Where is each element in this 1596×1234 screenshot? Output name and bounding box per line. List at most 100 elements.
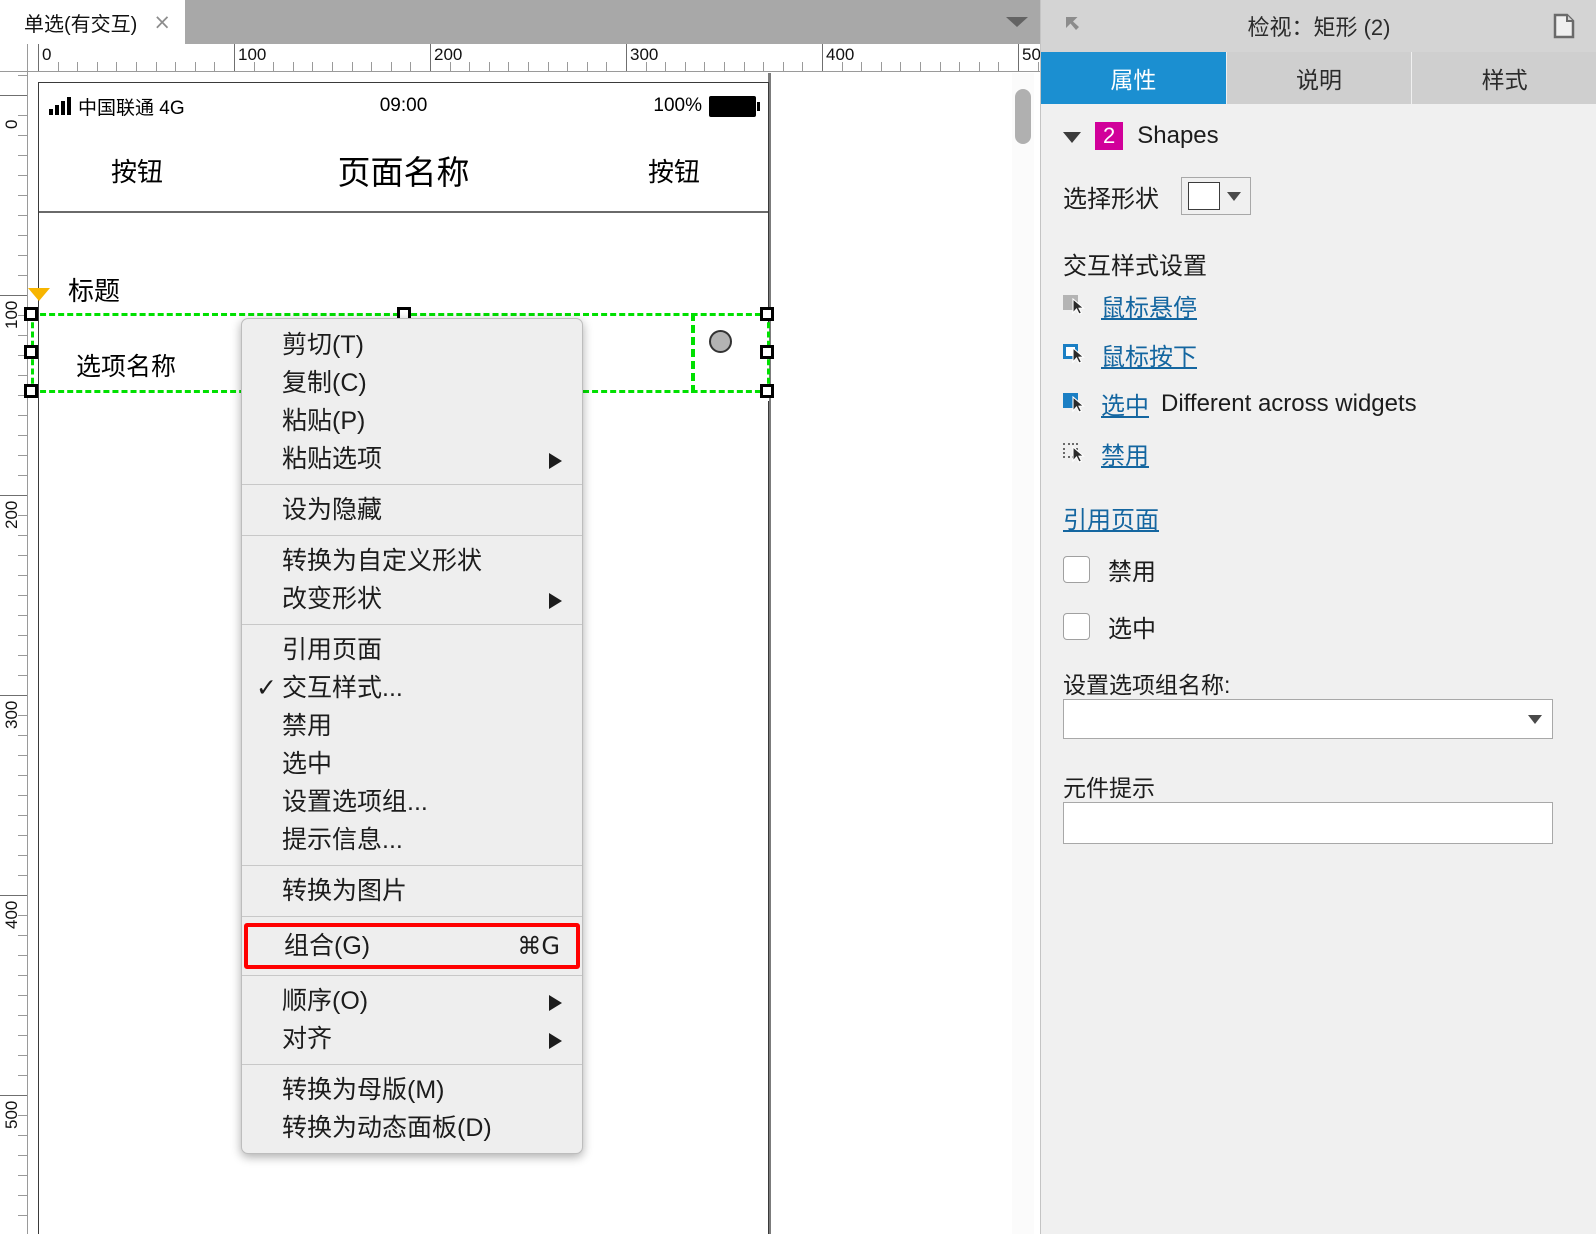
interaction-style-selected-label[interactable]: 选中 [1101,386,1149,421]
reference-page-link[interactable]: 引用页面 [1063,500,1159,535]
interaction-style-hover[interactable]: 鼠标悬停 [1063,288,1209,323]
chevron-down-icon [1528,714,1542,724]
ruler-tick [18,855,27,856]
chevron-right-icon [549,1033,562,1049]
ruler-tick [940,62,941,71]
resize-handle[interactable] [24,307,38,321]
shape-picker-label: 选择形状 [1063,185,1159,213]
ruler-tick [489,62,490,71]
menu-item[interactable]: 选中 [242,745,582,783]
menu-item[interactable]: 禁用 [242,707,582,745]
ruler-tick [528,62,529,71]
menu-separator [242,535,582,536]
menu-item[interactable]: ✓ 交互样式... [242,669,582,707]
interaction-style-disabled-label[interactable]: 禁用 [1101,436,1149,471]
ruler-tick [352,62,353,71]
menu-item[interactable]: 粘贴(P) [242,402,582,440]
resize-handle[interactable] [24,384,38,398]
ruler-tick [273,62,274,71]
disabled-checkbox[interactable] [1063,556,1090,583]
ruler-tick [18,155,27,156]
resize-handle[interactable] [760,384,774,398]
ruler-tick [18,435,27,436]
shapes-header[interactable]: 2 Shapes [1063,122,1219,150]
inspector-tabs: 属性 说明 样式 [1041,52,1596,104]
interaction-style-selected[interactable]: 选中 Different across widgets [1063,386,1417,421]
tooltip-label: 元件提示 [1063,775,1155,801]
selected-checkbox[interactable] [1063,613,1090,640]
ruler-label: 200 [434,45,463,64]
menu-item[interactable]: 转换为图片 [242,872,582,910]
menu-item[interactable]: 设为隐藏 [242,491,582,529]
chevron-down-icon[interactable] [1006,17,1028,27]
radio-button-icon[interactable] [709,330,732,353]
menu-item[interactable]: 粘贴选项 [242,440,582,478]
ruler-label: 0 [42,45,52,64]
ruler-tick [18,215,27,216]
checkbox-row-selected[interactable]: 选中 [1063,609,1156,644]
menu-item[interactable]: 转换为动态面板(D) [242,1109,582,1147]
canvas-vertical-scrollbar[interactable] [1012,73,1034,1234]
menu-item[interactable]: 引用页面 [242,631,582,669]
menu-item-label: 设为隐藏 [282,496,383,524]
page-document-icon[interactable] [1553,13,1575,39]
context-menu[interactable]: 剪切(T) 复制(C) 粘贴(P) 粘贴选项设为隐藏转换为自定义形状 改变形状引用页面 ✓… [241,318,583,1154]
shape-picker-dropdown[interactable] [1181,177,1251,215]
menu-item-label: 对齐 [282,1025,333,1053]
tab-notes[interactable]: 说明 [1226,52,1413,104]
close-icon[interactable]: × [153,11,171,33]
resize-handle[interactable] [760,345,774,359]
interaction-style-disabled[interactable]: 禁用 [1063,436,1161,471]
menu-item[interactable]: 改变形状 [242,580,582,618]
nav-right-button[interactable]: 按钮 [648,152,700,189]
ruler-tick [18,875,27,876]
ruler-tick [744,62,745,71]
menu-item[interactable]: 顺序(O) [242,982,582,1020]
interaction-style-hover-label[interactable]: 鼠标悬停 [1101,288,1197,323]
tooltip-input[interactable] [1063,802,1553,844]
menu-item[interactable]: 剪切(T) [242,326,582,364]
menu-item[interactable]: 对齐 [242,1020,582,1058]
menu-item[interactable]: 复制(C) [242,364,582,402]
option-group-combobox[interactable] [1063,699,1553,739]
resize-handle[interactable] [24,345,38,359]
interaction-style-mousedown-label[interactable]: 鼠标按下 [1101,337,1197,372]
menu-item-label: 设置选项组... [282,788,428,816]
ruler-tick [881,62,882,71]
chevron-down-icon [1227,191,1241,201]
back-arrow-icon[interactable] [1063,14,1085,36]
disabled-checkbox-label: 禁用 [1108,559,1156,586]
ruler-tick [900,62,901,71]
ruler-label: 100 [2,300,21,329]
tab-active[interactable]: 单选(有交互) × [0,0,185,44]
scrollbar-thumb[interactable] [1015,89,1031,144]
menu-item-label: 转换为动态面板(D) [282,1114,492,1142]
menu-item[interactable]: 设置选项组... [242,783,582,821]
inspector-title: 检视：矩形 (2) [1247,15,1391,40]
menu-item[interactable]: 转换为自定义形状 [242,542,582,580]
shapes-count-badge: 2 [1095,122,1124,150]
ruler-tick [959,62,960,71]
tab-style[interactable]: 样式 [1412,52,1596,104]
ruler-tick [920,62,921,71]
ruler-tick [18,235,27,236]
ruler-tick [175,62,176,71]
inspector-panel: 检视：矩形 (2) 属性 说明 样式 2 Shapes 选择形状 交互样式设置 … [1040,0,1596,1234]
menu-item[interactable]: 组合(G) ⌘G [244,923,580,969]
menu-item[interactable]: 提示信息... [242,821,582,859]
ruler-tick [18,455,27,456]
ruler-tick [18,775,27,776]
menu-item[interactable]: 转换为母版(M) [242,1071,582,1109]
ruler-tick [0,495,27,496]
ruler-tick [18,735,27,736]
chevron-down-icon[interactable] [1063,132,1081,143]
shape-picker-row: 选择形状 [1063,177,1251,215]
checkbox-row-disabled[interactable]: 禁用 [1063,552,1156,587]
app-window: 单选(有交互) × 0 100 200 300 400 500 0 100 200 300 400… [0,0,1596,1234]
canvas-pane: 单选(有交互) × 0 100 200 300 400 500 0 100 200 300 400… [0,0,1040,1234]
ruler-tick [430,44,431,71]
resize-handle[interactable] [760,307,774,321]
interaction-style-mousedown[interactable]: 鼠标按下 [1063,337,1209,372]
tab-properties[interactable]: 属性 [1041,52,1227,104]
ruler-tick [18,75,27,76]
